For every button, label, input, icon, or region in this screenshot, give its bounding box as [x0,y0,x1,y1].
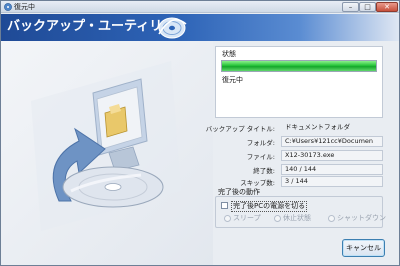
backup-title-label: バックアップ タイトル: [205,125,275,133]
minimize-button[interactable]: – [342,2,359,12]
progress-fill [222,61,376,71]
status-panel: 状態 復元中 [215,46,383,118]
title-bar[interactable]: 復元中 – □ ✕ [1,1,399,13]
restore-illustration [1,41,213,265]
radio-sleep-button[interactable] [224,215,231,222]
file-label: ファイル: [246,153,275,161]
backup-title-value: ドキュメントフォルダ [285,123,350,131]
info-row-completed: 終了数: 140 / 144 [215,164,383,175]
after-completion-group: 完了後の動作 完了後PCの電源を切る スリープ 休止状態 シャットダウン [215,186,386,230]
app-disc-icon [4,3,12,11]
window-title: 復元中 [14,3,35,11]
close-button[interactable]: ✕ [376,2,398,12]
cancel-button[interactable]: キャンセル [342,239,385,257]
info-row-file: ファイル: X12-30173.exe [215,150,383,161]
radio-sleep-label: スリープ [233,214,261,222]
restore-window: 復元中 – □ ✕ バックアップ・ユーティリティ 状態 復元中 バックアップ タ… [0,0,400,266]
maximize-button[interactable]: □ [359,2,376,12]
power-off-checkbox[interactable] [221,202,228,209]
folder-label: フォルダ: [246,139,275,147]
minimize-icon: – [348,3,353,11]
computer-restore-icon [31,61,181,231]
header-banner: バックアップ・ユーティリティ [1,14,399,41]
close-icon: ✕ [384,3,390,11]
radio-hibernate-label: 休止状態 [283,214,311,222]
radio-shutdown-button[interactable] [328,215,335,222]
completed-count-value: 140 / 144 [281,164,383,175]
power-off-checkbox-label[interactable]: 完了後PCの電源を切る [231,201,308,212]
maximize-icon: □ [364,3,371,11]
progress-bar [221,60,377,72]
file-value: X12-30173.exe [281,150,383,161]
completed-count-label: 終了数: [253,167,275,175]
radio-hibernate-button[interactable] [274,215,281,222]
disc-logo-icon [158,17,187,39]
after-completion-box: 完了後PCの電源を切る スリープ 休止状態 シャットダウン [215,196,386,228]
info-row-folder: フォルダ: C:¥Users¥121cc¥Documen [215,136,383,147]
folder-value: C:¥Users¥121cc¥Documen [281,136,383,147]
radio-shutdown-label: シャットダウン [337,214,386,222]
info-row-title: バックアップ タイトル: ドキュメントフォルダ [206,122,383,133]
status-label: 状態 [222,50,236,58]
status-text: 復元中 [222,76,243,84]
